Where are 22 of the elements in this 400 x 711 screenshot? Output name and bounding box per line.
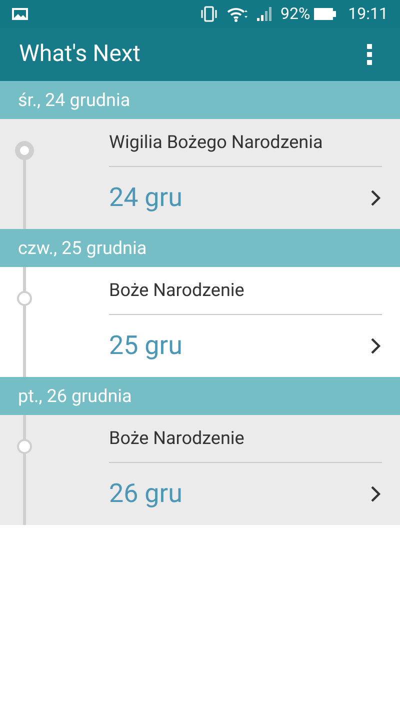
event-row[interactable]: Wigilia Bożego Narodzenia 24 gru <box>0 119 400 229</box>
day-label: czw., 25 grudnia <box>18 236 147 260</box>
battery-percent: 92% <box>280 3 310 25</box>
event-title: Boże Narodzenie <box>109 427 244 451</box>
chevron-right-icon <box>370 485 382 503</box>
chevron-right-icon <box>370 337 382 355</box>
event-date: 24 gru <box>109 182 184 214</box>
wifi-icon <box>226 6 248 22</box>
event-row[interactable]: Boże Narodzenie 26 gru <box>0 415 400 525</box>
event-title: Wigilia Bożego Narodzenia <box>109 131 323 155</box>
event-date: 25 gru <box>109 330 184 362</box>
signal-icon <box>256 7 272 21</box>
vibrate-icon <box>200 6 218 22</box>
event-title: Boże Narodzenie <box>109 279 244 303</box>
clock: 19:11 <box>348 3 388 25</box>
event-date: 26 gru <box>109 478 184 510</box>
day-label: pt., 26 grudnia <box>18 384 132 408</box>
image-icon <box>12 8 28 20</box>
app-title: What's Next <box>19 39 142 70</box>
chevron-right-icon <box>370 189 382 207</box>
battery-icon <box>314 8 336 20</box>
day-label: śr., 24 grudnia <box>18 88 130 112</box>
